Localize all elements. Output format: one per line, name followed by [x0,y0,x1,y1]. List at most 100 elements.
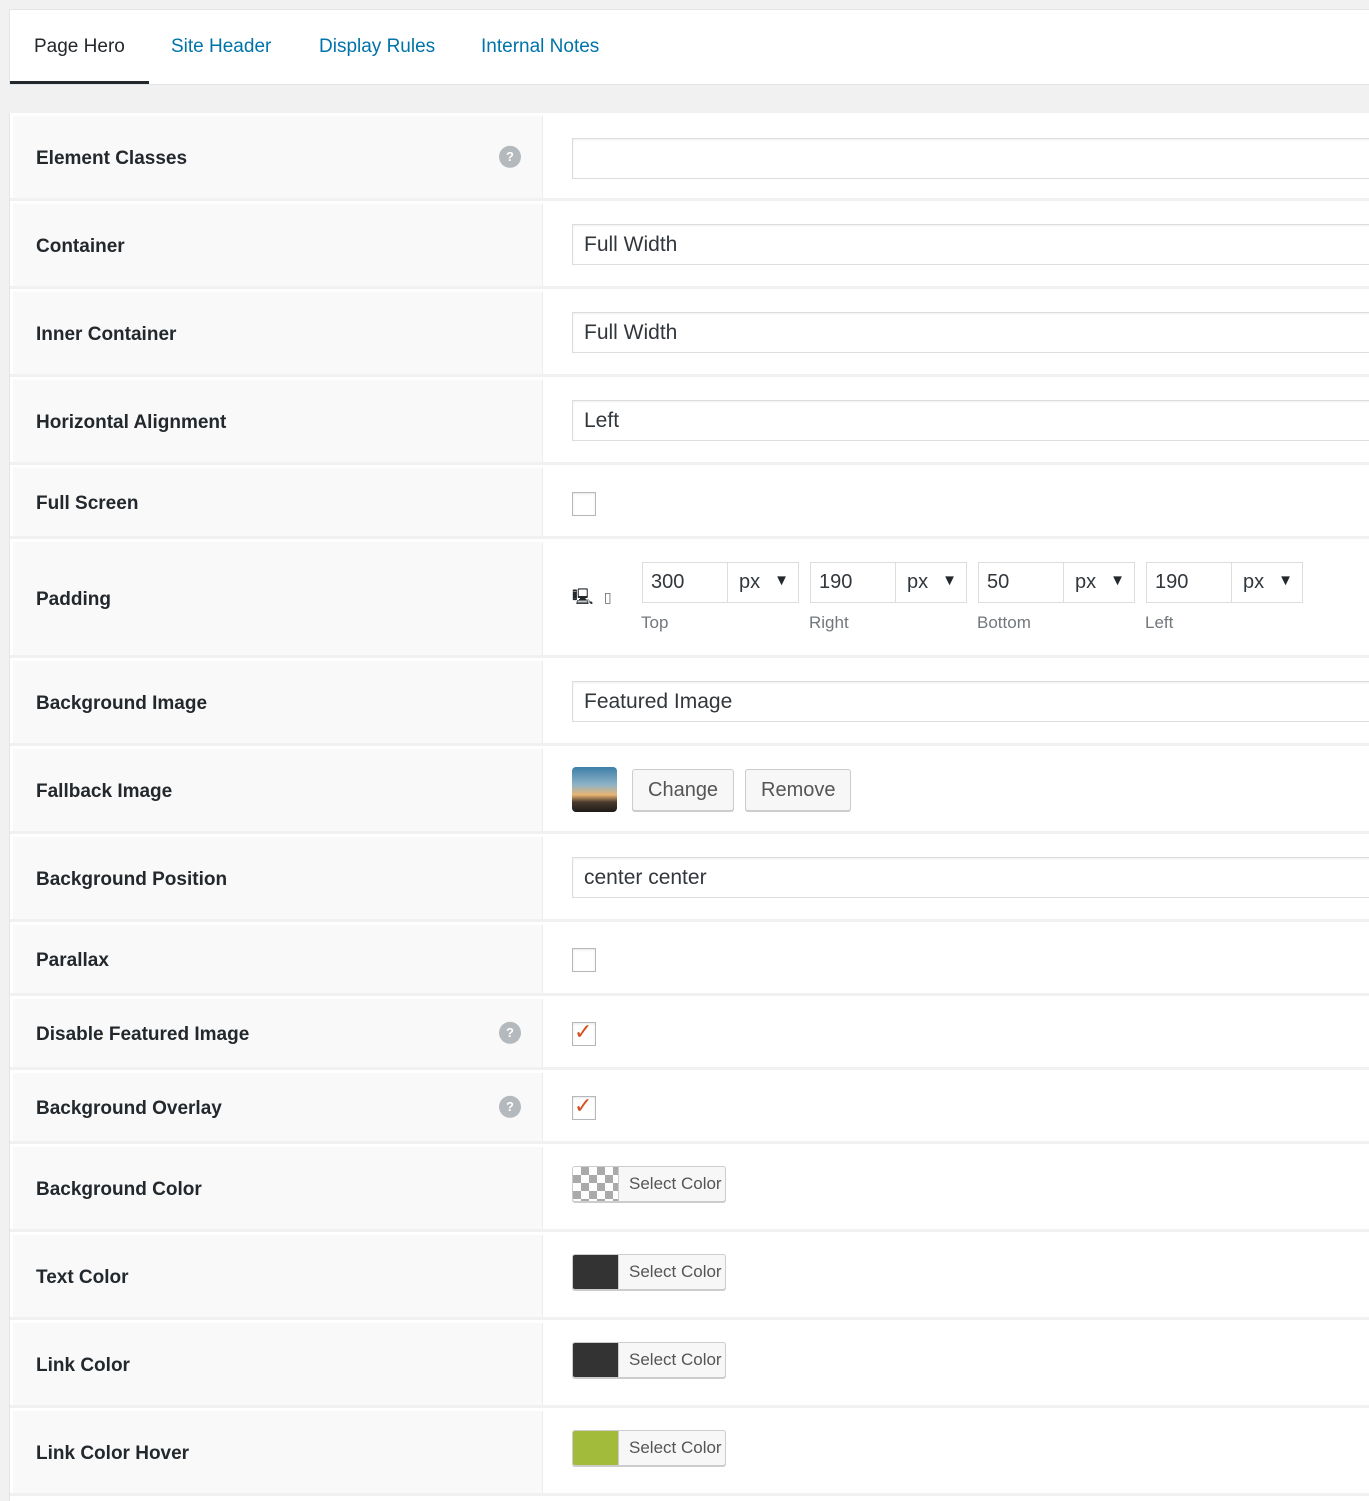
help-icon[interactable]: ? [499,1095,521,1118]
tab-internal-notes[interactable]: Internal Notes [457,10,623,84]
padding-label: Padding [36,589,111,610]
row-label: Horizontal Alignment [13,380,543,465]
desktop-icon[interactable]: 🖳 [572,589,593,606]
tab-display-rules[interactable]: Display Rules [295,10,459,84]
row-background-image: Background Image Featured Image [10,658,1369,746]
background-image-label: Background Image [36,692,208,714]
row-padding: Padding 🖳 ▯ 300 px ▼ Top 190 px ▼ Right 50… [10,539,1369,658]
row-horizontal-alignment: Horizontal Alignment Left [10,377,1369,465]
row-field: Select Color [546,1411,1369,1493]
disable-featured-image-checkbox[interactable]: ✓ [572,1019,596,1046]
row-full-screen: Full Screen [10,465,1369,539]
row-background-color: Background Color Select Color [10,1144,1369,1232]
color-swatch [573,1255,619,1289]
row-disable-featured-image: Disable Featured Image ? ✓ [10,996,1369,1070]
row-field: center center [546,837,1369,919]
link-color-hover-picker-button[interactable]: Select Color [572,1430,726,1466]
padding-right-input[interactable]: 190 [811,563,896,602]
help-icon[interactable]: ? [499,145,521,168]
full-screen-checkbox[interactable] [572,492,596,516]
row-label: Link Color [13,1323,543,1408]
row-container: Container Full Width [10,201,1369,289]
row-link-color-hover: Link Color Hover Select Color [10,1408,1369,1496]
padding-top-caption: Top [641,613,669,632]
mobile-icon[interactable]: ▯ [604,589,612,605]
row-label: Background Color [13,1147,543,1232]
padding-top-input[interactable]: 300 [643,563,728,602]
background-overlay-label: Background Overlay [36,1097,222,1119]
row-field: ✓ [546,1073,1369,1141]
padding-right-caption: Right [809,613,849,632]
checkmark-icon: ✓ [574,1019,593,1044]
row-field: Select Color [546,1235,1369,1317]
background-color-picker-button[interactable]: Select Color [572,1166,726,1202]
padding-left-control: 190 px ▼ [1146,562,1303,603]
row-label: Parallax [13,925,543,996]
text-color-picker-button[interactable]: Select Color [572,1254,726,1290]
checkmark-icon: ✓ [574,1093,593,1118]
link-color-picker-button[interactable]: Select Color [572,1342,726,1378]
element-classes-input[interactable] [572,138,1369,179]
select-color-label: Select Color [629,1438,722,1457]
padding-left-caption: Left [1145,613,1174,632]
color-swatch [573,1167,619,1201]
row-label: Background Position [13,837,543,922]
link-color-label: Link Color [36,1354,130,1376]
padding-bottom-unit-select[interactable]: px ▼ [1065,563,1134,602]
divider [10,1493,1369,1496]
dropdown-arrow-icon: ▼ [942,572,957,589]
padding-top-unit-select[interactable]: px ▼ [729,563,798,602]
padding-left-input[interactable]: 190 [1147,563,1232,602]
color-swatch [573,1343,619,1377]
row-label: Text Color [13,1235,543,1320]
row-field [546,468,1369,536]
background-position-input[interactable]: center center [572,857,1369,898]
padding-bottom-input[interactable]: 50 [979,563,1064,602]
remove-image-button[interactable]: Remove [745,769,852,811]
row-text-color: Text Color Select Color [10,1232,1369,1320]
row-field: Full Width [546,292,1369,374]
unit-label: px [1075,571,1097,593]
unit-label: px [739,571,761,593]
tab-page-hero[interactable]: Page Hero [10,10,149,84]
horizontal-alignment-select[interactable]: Left [572,400,1369,441]
padding-right-unit-select[interactable]: px ▼ [897,563,966,602]
background-overlay-checkbox[interactable]: ✓ [572,1093,596,1120]
change-image-button[interactable]: Change [632,769,735,811]
row-field: Full Width [546,204,1369,286]
select-color-label: Select Color [629,1174,722,1193]
row-fallback-image: Fallback Image Change Remove [10,746,1369,834]
help-icon[interactable]: ? [499,1021,521,1044]
horizontal-alignment-label: Horizontal Alignment [36,411,227,433]
row-label: Link Color Hover [13,1411,543,1496]
settings-panel: Element Classes ? Container Full Width I… [9,113,1369,1501]
padding-device-icons: 🖳 ▯ [572,586,612,613]
row-field: Select Color [546,1323,1369,1405]
unit-label: px [1243,571,1265,593]
color-swatch [573,1431,619,1465]
row-field: Left [546,380,1369,462]
row-field: Select Color [546,1147,1369,1229]
row-field: Change Remove [546,749,1369,831]
padding-left-unit-select[interactable]: px ▼ [1233,563,1302,602]
select-color-label: Select Color [629,1350,722,1369]
row-label: Container [13,204,543,289]
inner-container-select[interactable]: Full Width [572,312,1369,353]
container-select[interactable]: Full Width [572,224,1369,265]
background-position-label: Background Position [36,868,228,890]
background-image-select[interactable]: Featured Image [572,681,1369,722]
fallback-image-thumbnail [572,767,617,812]
padding-right-control: 190 px ▼ [810,562,967,603]
container-label: Container [36,235,125,257]
padding-bottom-caption: Bottom [977,613,1031,632]
dropdown-arrow-icon: ▼ [1110,572,1125,589]
parallax-checkbox[interactable] [572,948,596,972]
row-field [546,116,1369,198]
text-color-label: Text Color [36,1266,129,1288]
full-screen-label: Full Screen [36,492,139,514]
background-color-label: Background Color [36,1178,202,1200]
row-inner-container: Inner Container Full Width [10,289,1369,377]
tab-site-header[interactable]: Site Header [147,10,295,84]
select-color-label: Select Color [629,1262,722,1281]
row-background-position: Background Position center center [10,834,1369,922]
